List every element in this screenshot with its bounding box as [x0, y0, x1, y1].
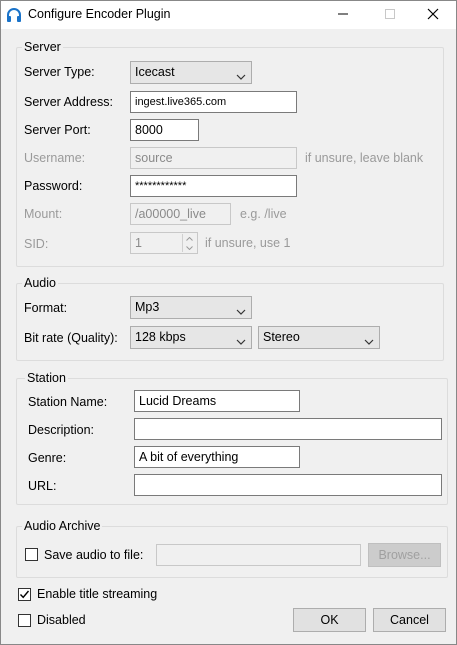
genre-field[interactable]: A bit of everything: [134, 446, 300, 468]
station-group-label: Station: [25, 371, 68, 385]
window-title: Configure Encoder Plugin: [28, 7, 171, 21]
channels-value: Stereo: [263, 330, 300, 344]
save-audio-label[interactable]: Save audio to file:: [44, 548, 143, 562]
chevron-down-icon: [236, 334, 246, 345]
disabled-checkbox[interactable]: [18, 614, 31, 627]
chevron-down-icon: [236, 69, 246, 80]
username-field[interactable]: source: [130, 147, 297, 169]
close-button[interactable]: [410, 1, 456, 29]
sid-stepper[interactable]: 1: [130, 232, 198, 254]
format-select[interactable]: Mp3: [130, 296, 252, 319]
mount-label: Mount:: [24, 207, 63, 221]
bitrate-label: Bit rate (Quality):: [24, 331, 118, 345]
genre-label: Genre:: [28, 451, 67, 465]
description-field[interactable]: [134, 418, 442, 440]
spin-up-icon: [183, 234, 196, 243]
url-field[interactable]: [134, 474, 442, 496]
audio-group: [16, 283, 444, 361]
station-name-field[interactable]: Lucid Dreams: [134, 390, 300, 412]
sid-hint: if unsure, use 1: [205, 236, 291, 250]
headphones-icon: [6, 7, 22, 23]
cancel-button[interactable]: Cancel: [373, 608, 446, 632]
disabled-label[interactable]: Disabled: [37, 613, 86, 627]
ok-button[interactable]: OK: [293, 608, 366, 632]
password-label: Password:: [24, 179, 83, 193]
station-name-label: Station Name:: [28, 395, 108, 409]
spin-down-icon: [183, 243, 196, 252]
description-label: Description:: [28, 423, 94, 437]
server-group-label: Server: [22, 40, 63, 54]
title-bar: Configure Encoder Plugin: [1, 1, 456, 29]
server-type-label: Server Type:: [24, 65, 95, 79]
sid-value: 1: [135, 236, 142, 250]
enable-title-streaming-checkbox[interactable]: [18, 588, 31, 601]
server-type-select[interactable]: Icecast: [130, 61, 252, 84]
password-field[interactable]: ************: [130, 175, 297, 197]
encoder-config-window: Configure Encoder Plugin Server Server T…: [0, 0, 457, 645]
chevron-down-icon: [236, 304, 246, 315]
close-icon: [427, 8, 439, 23]
maximize-icon: [385, 8, 395, 22]
minimize-button[interactable]: [320, 1, 366, 29]
audio-archive-group-label: Audio Archive: [22, 519, 103, 533]
server-port-field[interactable]: 8000: [130, 119, 199, 141]
bitrate-select[interactable]: 128 kbps: [130, 326, 252, 349]
url-label: URL:: [28, 479, 57, 493]
format-value: Mp3: [135, 300, 160, 314]
bitrate-value: 128 kbps: [135, 330, 186, 344]
sid-label: SID:: [24, 237, 49, 251]
username-hint: if unsure, leave blank: [305, 151, 424, 165]
server-address-label: Server Address:: [24, 95, 113, 109]
server-address-field[interactable]: ingest.live365.com: [130, 91, 297, 113]
archive-path-field[interactable]: [156, 544, 361, 566]
minimize-icon: [338, 8, 348, 22]
server-port-label: Server Port:: [24, 123, 91, 137]
server-type-value: Icecast: [135, 65, 175, 79]
mount-hint: e.g. /live: [240, 207, 287, 221]
enable-title-streaming-label[interactable]: Enable title streaming: [37, 587, 157, 601]
sid-spin-buttons[interactable]: [182, 234, 196, 252]
checkmark-icon: [19, 590, 30, 599]
maximize-button[interactable]: [367, 1, 413, 29]
save-audio-checkbox[interactable]: [25, 548, 38, 561]
channels-select[interactable]: Stereo: [258, 326, 380, 349]
format-label: Format:: [24, 301, 68, 315]
chevron-down-icon: [364, 334, 374, 345]
mount-field[interactable]: /a00000_live: [130, 203, 231, 225]
audio-group-label: Audio: [22, 276, 58, 290]
username-label: Username:: [24, 151, 86, 165]
browse-button[interactable]: Browse...: [368, 543, 441, 567]
